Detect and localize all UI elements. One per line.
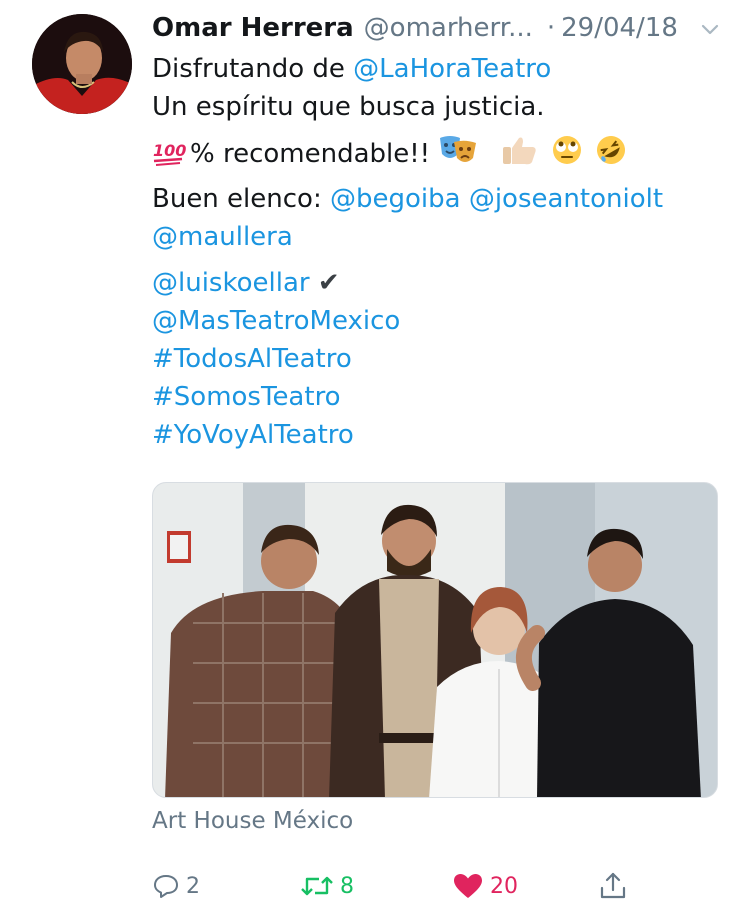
hashtag-link[interactable]: #TodosAlTeatro [152, 344, 352, 374]
tweet-text: Disfrutando de @LaHoraTeatro Un espíritu… [152, 50, 727, 454]
like-count: 20 [490, 873, 518, 899]
text-segment: % recomendable!! [190, 139, 431, 169]
separator-dot: · [546, 13, 556, 43]
like-button[interactable]: 20 [452, 866, 518, 906]
svg-text:100: 100 [153, 141, 186, 160]
thumbs-up-emoji [502, 137, 536, 165]
mention-link[interactable]: @LaHoraTeatro [353, 54, 551, 84]
tweet-date[interactable]: 29/04/18 [561, 13, 678, 43]
display-name[interactable]: Omar Herrera [152, 13, 354, 43]
tweet-header: Omar Herrera @omarherr... · 29/04/18 [152, 8, 727, 48]
hundred-points-emoji: 100 [153, 141, 186, 166]
reply-count: 2 [186, 873, 200, 899]
text-segment: Buen elenco: [152, 184, 330, 214]
reply-button[interactable]: 2 [152, 866, 200, 906]
tweet-line: Un espíritu que busca justicia. [152, 88, 727, 126]
tweet-actions: 2 8 20 [152, 866, 727, 906]
mention-link[interactable]: @begoiba [330, 184, 461, 214]
tweet-line: @MasTeatroMexico [152, 302, 727, 340]
heart-icon [454, 874, 482, 898]
tweet-line: #YoVoyAlTeatro [152, 416, 727, 454]
reply-icon [154, 875, 178, 898]
mention-link[interactable]: @maullera [152, 222, 293, 252]
tweet-line: #TodosAlTeatro [152, 340, 727, 378]
text-segment: Un espíritu que busca justicia. [152, 92, 545, 122]
mention-link[interactable]: @MasTeatroMexico [152, 306, 400, 336]
hashtag-link[interactable]: #YoVoyAlTeatro [152, 420, 354, 450]
share-button[interactable] [598, 866, 634, 906]
chevron-down-icon[interactable] [699, 18, 721, 40]
retweet-icon [301, 876, 333, 896]
tweet-line: Disfrutando de @LaHoraTeatro [152, 50, 727, 88]
share-icon [600, 872, 626, 899]
tweet[interactable]: Omar Herrera @omarherr... · 29/04/18 Dis… [0, 0, 741, 913]
performing-arts-emoji [440, 136, 477, 162]
text-segment: Disfrutando de [152, 54, 354, 84]
rolling-eyes-emoji [552, 136, 581, 164]
tweet-line: #SomosTeatro [152, 378, 727, 416]
tweet-location[interactable]: Art House México [152, 808, 353, 834]
tweet-line: @maullera [152, 218, 727, 256]
mention-link[interactable]: @joseantoniolt [469, 184, 663, 214]
user-handle[interactable]: @omarherr... [364, 13, 533, 43]
retweet-count: 8 [340, 873, 354, 899]
tweet-line: @luiskoellar ✔ [152, 264, 727, 302]
mention-link[interactable]: @luiskoellar [152, 268, 310, 298]
tweet-line: Buen elenco: @begoiba @joseantoniolt [152, 180, 727, 218]
tweet-line: 100 % recomendable!! [152, 134, 727, 172]
check-mark: ✔ [317, 268, 340, 298]
avatar[interactable] [32, 14, 132, 114]
retweet-button[interactable]: 8 [300, 866, 354, 906]
rofl-emoji [597, 136, 626, 164]
tweet-photo[interactable] [152, 482, 718, 798]
hashtag-link[interactable]: #SomosTeatro [152, 382, 341, 412]
